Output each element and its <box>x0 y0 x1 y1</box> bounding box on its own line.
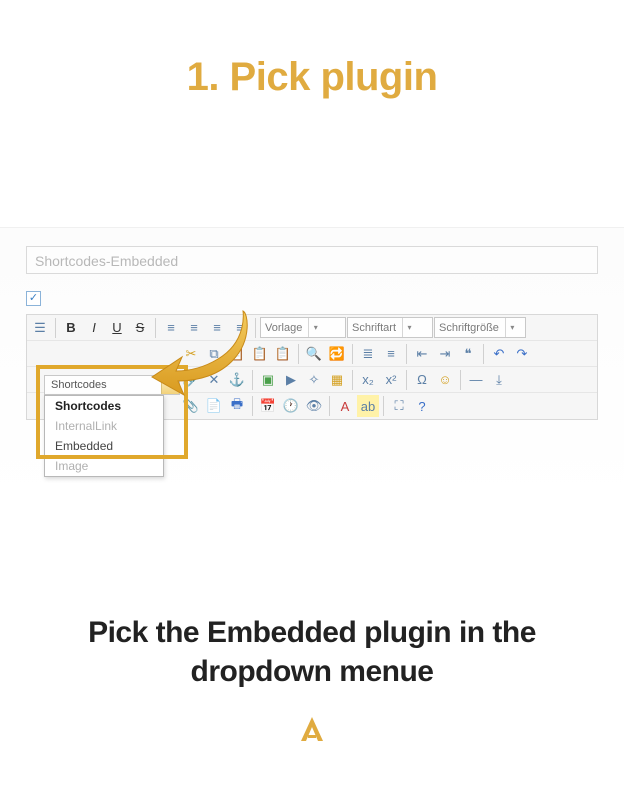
image-button[interactable]: ▣ <box>257 369 279 391</box>
doc-icon[interactable]: ☰ <box>29 317 51 339</box>
shortcodes-dropdown-trigger[interactable]: Shortcodes ▾ <box>44 375 180 395</box>
date-button[interactable]: 📅 <box>257 395 279 417</box>
undo-button[interactable]: ↶ <box>488 343 510 365</box>
chevron-down-icon: ▾ <box>308 318 322 337</box>
help-button[interactable]: ? <box>411 395 433 417</box>
print-button[interactable]: 🖶 <box>226 395 248 417</box>
shortcodes-label: Shortcodes <box>45 379 161 391</box>
paste-button[interactable]: 📋 <box>226 343 248 365</box>
anchor-button[interactable]: ⚓ <box>226 369 248 391</box>
indent-button[interactable]: ⇥ <box>434 343 456 365</box>
redo-button[interactable]: ↷ <box>511 343 533 365</box>
emoticon-button[interactable]: ☺ <box>434 369 456 391</box>
unlink-button[interactable]: ✕ <box>203 369 225 391</box>
font-family-label: Schriftart <box>352 322 396 334</box>
chevron-down-icon: ▾ <box>505 318 519 337</box>
replace-button[interactable]: 🔁 <box>326 343 348 365</box>
paste-word-button[interactable]: 📋 <box>272 343 294 365</box>
paste-text-button[interactable]: 📋 <box>249 343 271 365</box>
cut-button[interactable]: ✂ <box>180 343 202 365</box>
align-justify-button[interactable]: ≡ <box>229 317 251 339</box>
outdent-button[interactable]: ⇤ <box>411 343 433 365</box>
menu-item-internallink[interactable]: InternalLink <box>45 416 163 436</box>
number-list-button[interactable]: ≡ <box>380 343 402 365</box>
link-button[interactable]: 🔗 <box>180 369 202 391</box>
clean-button[interactable]: ✧ <box>303 369 325 391</box>
chevron-down-icon: ▾ <box>161 376 179 394</box>
chevron-down-icon: ▾ <box>402 318 416 337</box>
table-button[interactable]: ▦ <box>326 369 348 391</box>
post-title-input[interactable]: Shortcodes-Embedded <box>26 246 598 274</box>
preview-button[interactable]: 👁 <box>303 395 325 417</box>
align-left-button[interactable]: ≡ <box>160 317 182 339</box>
blockquote-button[interactable]: ❝ <box>457 343 479 365</box>
italic-button[interactable]: I <box>83 317 105 339</box>
bold-button[interactable]: B <box>60 317 82 339</box>
find-button[interactable]: 🔍 <box>303 343 325 365</box>
align-center-button[interactable]: ≡ <box>183 317 205 339</box>
toolbar-row-2: ✂ ⧉ 📋 📋 📋 🔍 🔁 ≣ ≡ ⇤ ⇥ ❝ ↶ ↷ <box>27 341 597 367</box>
superscript-button[interactable]: x² <box>380 369 402 391</box>
bullet-list-button[interactable]: ≣ <box>357 343 379 365</box>
toolbar-row-1: ☰ B I U S ≡ ≡ ≡ ≡ Vorlage ▾ Schriftart ▾… <box>27 315 597 341</box>
brand-logo-icon <box>299 715 325 743</box>
template-label: Vorlage <box>265 322 302 334</box>
newdoc-button[interactable]: 📄 <box>203 395 225 417</box>
step-caption: Pick the Embedded plugin in the dropdown… <box>0 613 624 691</box>
align-right-button[interactable]: ≡ <box>206 317 228 339</box>
menu-item-embedded[interactable]: Embedded <box>45 436 163 456</box>
menu-header: Shortcodes <box>45 396 163 416</box>
pagebreak-button[interactable]: ⤓ <box>488 369 510 391</box>
attach-button[interactable]: 📎 <box>180 395 202 417</box>
hr-button[interactable]: — <box>465 369 487 391</box>
font-color-button[interactable]: A <box>334 395 356 417</box>
font-family-select[interactable]: Schriftart ▾ <box>347 317 433 338</box>
font-size-label: Schriftgröße <box>439 322 499 334</box>
shortcodes-menu: Shortcodes InternalLink Embedded Image <box>44 395 164 477</box>
font-size-select[interactable]: Schriftgröße ▾ <box>434 317 526 338</box>
step-title: 1. Pick plugin <box>0 55 624 100</box>
template-select[interactable]: Vorlage ▾ <box>260 317 346 338</box>
strike-button[interactable]: S <box>129 317 151 339</box>
fullscreen-button[interactable]: ⛶ <box>388 395 410 417</box>
media-button[interactable]: ▶ <box>280 369 302 391</box>
subscript-button[interactable]: x₂ <box>357 369 379 391</box>
shortcodes-dropdown[interactable]: Shortcodes ▾ Shortcodes InternalLink Emb… <box>44 375 180 477</box>
underline-button[interactable]: U <box>106 317 128 339</box>
highlight-button[interactable]: ab <box>357 395 379 417</box>
menu-item-image[interactable]: Image <box>45 456 163 476</box>
checkbox[interactable]: ✓ <box>26 291 41 306</box>
copy-button[interactable]: ⧉ <box>203 343 225 365</box>
special-char-button[interactable]: Ω <box>411 369 433 391</box>
time-button[interactable]: 🕐 <box>280 395 302 417</box>
